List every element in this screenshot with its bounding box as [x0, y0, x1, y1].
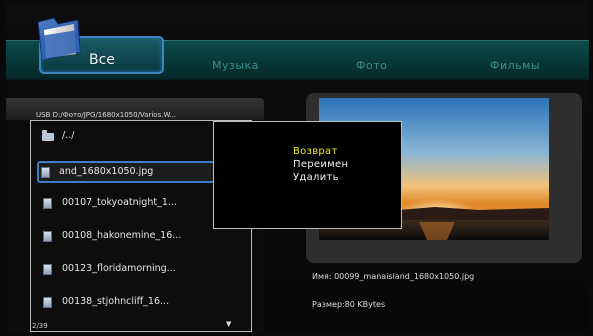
list-item-label: /../ [62, 130, 75, 141]
current-path: USB D:/Фото/JPG/1680x1050/Varios.W... [36, 111, 177, 119]
list-item-label: 00138_stjohncliff_16... [62, 296, 170, 307]
page-counter: 2/39 [32, 322, 48, 330]
list-item[interactable]: 00108_hakonemine_16... [39, 225, 239, 247]
list-item[interactable]: 00123_floridamorning... [39, 258, 239, 280]
list-item-selected[interactable]: and_1680x1050.jpg [37, 161, 215, 183]
list-item-label: 00123_floridamorning... [62, 263, 176, 274]
file-size-info: Размер:80 KBytes [312, 300, 386, 309]
tab-films[interactable]: Фильмы [490, 59, 540, 72]
list-item-label: 00108_hakonemine_16... [62, 230, 182, 241]
image-file-icon [43, 264, 52, 275]
scroll-down-arrow-icon[interactable]: ▼ [226, 320, 231, 328]
image-file-icon [41, 167, 50, 178]
menu-item-rename[interactable]: Переимен [293, 159, 348, 170]
tab-all-label: Все [89, 52, 115, 68]
image-file-icon [43, 297, 52, 308]
image-file-icon [43, 231, 52, 242]
image-file-icon [43, 198, 52, 209]
menu-item-delete[interactable]: Удалить [293, 172, 339, 183]
list-item[interactable]: 00138_stjohncliff_16... [39, 291, 239, 313]
list-item-label: and_1680x1050.jpg [59, 166, 154, 177]
file-name-info: Имя: 00099_manaisland_1680x1050.jpg [312, 272, 475, 281]
tab-music[interactable]: Музыка [212, 59, 259, 72]
tab-photo[interactable]: Фото [356, 59, 387, 72]
list-item-parent-folder[interactable]: /../ [39, 125, 239, 147]
folder-icon [42, 130, 54, 141]
path-bar: USB D:/Фото/JPG/1680x1050/Varios.W... [6, 98, 264, 120]
list-item-label: 00107_tokyoatnight_1... [62, 197, 177, 208]
media-browser-screen: Музыка Фото Фильмы Все USB D:/Фото/JPG/1… [6, 2, 589, 332]
context-menu: Возврат Переимен Удалить [213, 121, 402, 229]
menu-item-back[interactable]: Возврат [293, 146, 338, 157]
folder-icon [37, 17, 81, 61]
list-item[interactable]: 00107_tokyoatnight_1... [39, 192, 239, 214]
